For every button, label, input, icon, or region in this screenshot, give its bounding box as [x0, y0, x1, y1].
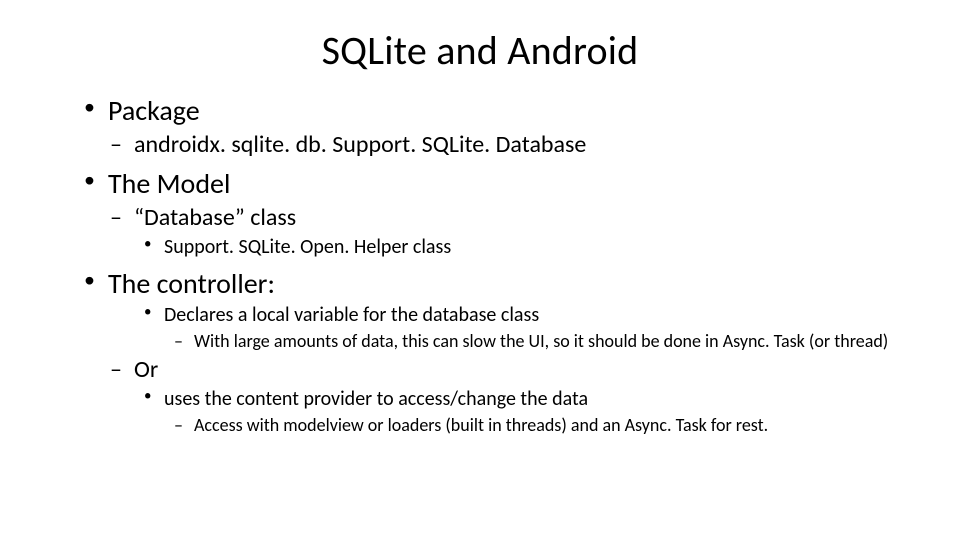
bullet-model-sub: “Database” class [110, 203, 920, 233]
bullet-model: The Model [80, 166, 920, 201]
bullet-controller: The controller: [80, 266, 920, 301]
slide-title: SQLite and Android [0, 0, 960, 87]
bullet-controller-or: Or [110, 355, 920, 385]
bullet-controller-access: Access with modelview or loaders (built … [174, 414, 920, 437]
bullet-controller-async: With large amounts of data, this can slo… [174, 330, 920, 353]
bullet-package-sub: androidx. sqlite. db. Support. SQLite. D… [110, 130, 920, 160]
slide: SQLite and Android Package androidx. sql… [0, 0, 960, 540]
bullet-list: Package androidx. sqlite. db. Support. S… [80, 93, 920, 436]
bullet-model-sub-sub: Support. SQLite. Open. Helper class [142, 235, 920, 260]
bullet-controller-provider: uses the content provider to access/chan… [142, 387, 920, 412]
bullet-package: Package [80, 93, 920, 128]
slide-content: Package androidx. sqlite. db. Support. S… [0, 93, 960, 436]
bullet-controller-declares: Declares a local variable for the databa… [142, 303, 920, 328]
